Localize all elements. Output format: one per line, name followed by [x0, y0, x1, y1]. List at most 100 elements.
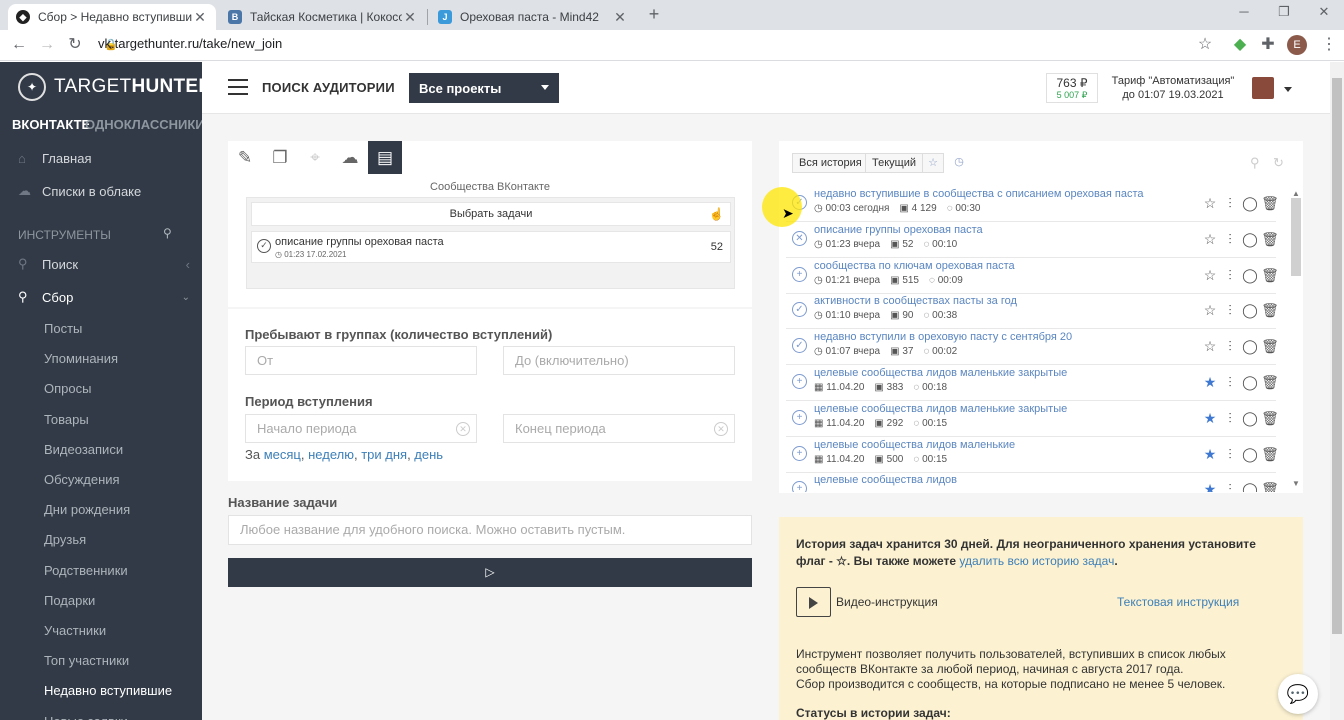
- profile-avatar[interactable]: E: [1287, 35, 1307, 55]
- page-scrollbar[interactable]: [1330, 62, 1344, 720]
- history-row-title[interactable]: недавно вступившие в сообщества с описан…: [814, 188, 1144, 200]
- settings-sliders-icon[interactable]: ⫶: [1220, 410, 1240, 426]
- history-row[interactable]: ✓ недавно вступили в ореховую пасту с сен…: [786, 329, 1279, 366]
- video-play-icon[interactable]: [796, 587, 831, 617]
- status-plus-icon[interactable]: +: [792, 409, 807, 425]
- sidebar-subitem[interactable]: Топ участники: [44, 653, 129, 668]
- trash-icon[interactable]: 🗑: [1260, 481, 1280, 492]
- status-check-icon[interactable]: ✓: [792, 338, 807, 354]
- trash-icon[interactable]: 🗑: [1260, 410, 1280, 426]
- page-scrollbar-thumb[interactable]: [1332, 78, 1342, 634]
- extensions-puzzle-icon[interactable]: ✚: [1257, 35, 1279, 57]
- history-row-title[interactable]: целевые сообщества лидов: [814, 474, 957, 486]
- period-three-days-link[interactable]: три дня: [361, 447, 407, 462]
- comment-icon[interactable]: ◯: [1240, 374, 1260, 390]
- upload-icon[interactable]: ☁: [333, 141, 367, 174]
- location-icon[interactable]: ⌖: [298, 141, 332, 174]
- trash-icon[interactable]: 🗑: [1260, 231, 1280, 247]
- period-day-link[interactable]: день: [414, 447, 443, 462]
- comment-icon[interactable]: ◯: [1240, 338, 1260, 354]
- task-name-input[interactable]: Любое название для удобного поиска. Можн…: [228, 515, 752, 545]
- tariff-info[interactable]: Тариф "Автоматизация" до 01:07 19.03.202…: [1103, 73, 1243, 103]
- star-icon[interactable]: ☆: [1200, 267, 1220, 283]
- copy-icon[interactable]: ❐: [263, 141, 297, 174]
- close-window-icon[interactable]: ✕: [1310, 4, 1338, 24]
- url-text[interactable]: vk.targethunter.ru/take/new_join: [98, 36, 282, 51]
- history-row[interactable]: + целевые сообщества лидов маленькие закр…: [786, 365, 1279, 401]
- video-instruction-link[interactable]: Видео-инструкция: [836, 595, 938, 609]
- sidebar-subitem[interactable]: Подарки: [44, 593, 95, 608]
- status-plus-icon[interactable]: +: [792, 445, 807, 461]
- delete-history-link[interactable]: удалить всю историю задач: [959, 554, 1114, 568]
- scroll-down-icon[interactable]: ▼: [1292, 479, 1300, 488]
- sidebar-subitem[interactable]: Видеозаписи: [44, 442, 123, 457]
- sidebar-subitem[interactable]: Посты: [44, 321, 82, 336]
- status-plus-icon[interactable]: +: [792, 481, 807, 492]
- history-row[interactable]: + целевые сообщества лидов ★ ⫶ ◯ 🗑: [786, 472, 1279, 492]
- settings-sliders-icon[interactable]: ⫶: [1220, 481, 1240, 492]
- sidebar-subitem[interactable]: Родственники: [44, 563, 128, 578]
- new-tab-button[interactable]: +: [643, 4, 665, 26]
- history-row-title[interactable]: активности в сообществах пасты за год: [814, 295, 1017, 307]
- sidebar-subitem[interactable]: Обсуждения: [44, 472, 120, 487]
- comment-icon[interactable]: ◯: [1240, 231, 1260, 247]
- sidebar-subitem[interactable]: Упоминания: [44, 351, 118, 366]
- trash-icon[interactable]: 🗑: [1260, 267, 1280, 283]
- period-start-input[interactable]: Начало периода ✕: [245, 414, 477, 443]
- settings-sliders-icon[interactable]: ⫶: [1220, 267, 1240, 283]
- star-icon[interactable]: ☆: [1200, 231, 1220, 247]
- sidebar-subitem[interactable]: Новые заявки: [44, 714, 128, 720]
- run-task-button[interactable]: ▷: [228, 558, 752, 587]
- clear-icon[interactable]: ✕: [714, 422, 728, 436]
- groups-to-input[interactable]: До (включительно): [503, 346, 735, 375]
- reload-icon[interactable]: ↻: [64, 35, 86, 57]
- history-row[interactable]: ✕ описание группы ореховая паста ◷ 01:23 в…: [786, 222, 1279, 258]
- star-icon[interactable]: ★: [1200, 410, 1220, 426]
- history-row-title[interactable]: недавно вступили в ореховую пасту с сент…: [814, 331, 1072, 343]
- status-cross-icon[interactable]: ✕: [792, 230, 807, 246]
- trash-icon[interactable]: 🗑: [1260, 374, 1280, 390]
- comment-icon[interactable]: ◯: [1240, 267, 1260, 283]
- sidebar-item-collect[interactable]: ⚲ Сбор ⌄: [0, 282, 202, 312]
- star-icon[interactable]: ☆: [1200, 338, 1220, 354]
- logo[interactable]: ✦ TARGETHUNTER: [18, 68, 212, 106]
- history-row[interactable]: + целевые сообщества лидов маленькие закр…: [786, 401, 1279, 437]
- tab-all-history[interactable]: Вся история: [792, 153, 869, 173]
- history-row[interactable]: ✓ активности в сообществах пасты за год ◷ …: [786, 293, 1279, 330]
- history-row[interactable]: + целевые сообщества лидов маленькие ▦ 11.…: [786, 437, 1279, 473]
- settings-sliders-icon[interactable]: ⫶: [1220, 231, 1240, 247]
- trash-icon[interactable]: 🗑: [1260, 195, 1280, 211]
- history-refresh-icon[interactable]: ↻: [1273, 155, 1284, 171]
- sidebar-subitem[interactable]: Недавно вступившие: [44, 683, 172, 698]
- bookmark-star-icon[interactable]: ☆: [1194, 35, 1216, 57]
- star-icon[interactable]: ☆: [1200, 195, 1220, 211]
- close-tab-icon[interactable]: ✕: [612, 9, 628, 26]
- edit-icon[interactable]: ✎: [228, 141, 262, 174]
- trash-icon[interactable]: 🗑: [1260, 302, 1280, 318]
- settings-sliders-icon[interactable]: ⫶: [1220, 446, 1240, 462]
- sidebar-item-cloud-lists[interactable]: ☁ Списки в облаке: [0, 176, 202, 206]
- trash-icon[interactable]: 🗑: [1260, 446, 1280, 462]
- comment-icon[interactable]: ◯: [1240, 302, 1260, 318]
- browser-tab[interactable]: В Тайская Косметика | Кокосовое ✕: [220, 4, 426, 30]
- tab-clock-icon[interactable]: ◷: [948, 153, 970, 173]
- scroll-up-icon[interactable]: ▲: [1292, 189, 1300, 198]
- sidebar-item-search[interactable]: ⚲ Поиск ‹: [0, 249, 202, 279]
- star-icon[interactable]: ★: [1200, 374, 1220, 390]
- groups-from-input[interactable]: От: [245, 346, 477, 375]
- choose-tasks-button[interactable]: Выбрать задачи ☝: [251, 202, 731, 226]
- sidebar-subitem[interactable]: Друзья: [44, 532, 86, 547]
- clear-icon[interactable]: ✕: [456, 422, 470, 436]
- forward-icon[interactable]: →: [36, 35, 58, 57]
- settings-sliders-icon[interactable]: ⫶: [1220, 338, 1240, 354]
- status-plus-icon[interactable]: +: [792, 374, 807, 389]
- sidebar-subitem[interactable]: Опросы: [44, 381, 91, 396]
- back-icon[interactable]: ←: [8, 35, 30, 57]
- user-menu-caret-icon[interactable]: [1284, 87, 1292, 92]
- history-row-title[interactable]: сообщества по ключам ореховая паста: [814, 260, 1015, 272]
- hamburger-menu-icon[interactable]: [228, 79, 248, 97]
- star-icon[interactable]: ★: [1200, 481, 1220, 492]
- book-icon[interactable]: ▤: [368, 141, 402, 174]
- history-row[interactable]: ✓недавно вступившие в сообщества с описа…: [786, 186, 1279, 222]
- period-end-input[interactable]: Конец периода ✕: [503, 414, 735, 443]
